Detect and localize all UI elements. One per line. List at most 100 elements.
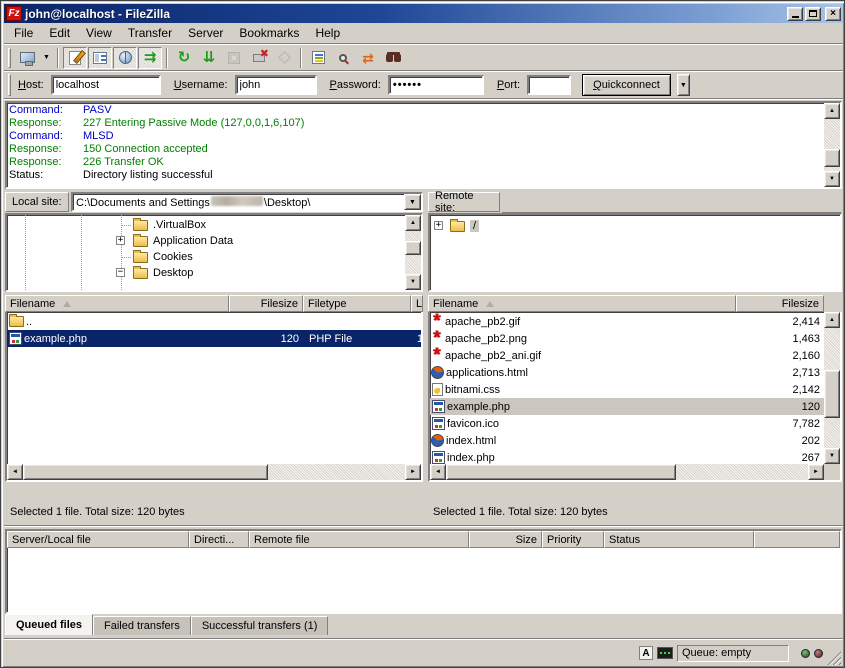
cancel-button: × <box>222 47 246 69</box>
scrollbar-thumb[interactable] <box>824 370 840 418</box>
find-files-button[interactable] <box>381 47 405 69</box>
scroll-right-icon[interactable]: ► <box>808 464 824 480</box>
local-site-label: Local site: <box>5 192 69 212</box>
scroll-up-icon[interactable]: ▲ <box>824 103 840 119</box>
scrollbar-thumb[interactable] <box>824 149 840 167</box>
tree-item-virtualbox[interactable]: .VirtualBox <box>7 217 421 233</box>
minimize-button[interactable] <box>787 7 803 21</box>
tab-successful-transfers[interactable]: Successful transfers (1) <box>191 616 329 635</box>
menu-server[interactable]: Server <box>180 24 231 42</box>
resize-grip[interactable] <box>827 651 841 665</box>
column-header-filename[interactable]: Filename <box>428 295 736 312</box>
site-manager-dropdown-button[interactable]: ▼ <box>40 47 53 69</box>
folder-icon <box>133 236 148 247</box>
toggle-local-tree-button[interactable] <box>88 47 112 69</box>
list-item[interactable]: bitnami.css 2,142 <box>430 381 824 398</box>
list-item-selected[interactable]: example.php 120 <box>430 398 824 415</box>
tab-failed-transfers[interactable]: Failed transfers <box>93 616 191 635</box>
scroll-up-icon[interactable]: ▲ <box>405 215 421 231</box>
list-item-parent-dir[interactable]: .. <box>7 313 421 330</box>
chevron-down-icon[interactable]: ▼ <box>404 194 421 210</box>
local-site-combo[interactable]: C:\Documents and Settings\Desktop\ ▼ <box>71 192 423 212</box>
tree-item-cookies[interactable]: Cookies <box>7 249 421 265</box>
list-item[interactable]: applications.html 2,713 <box>430 364 824 381</box>
scroll-down-icon[interactable]: ▼ <box>824 448 840 464</box>
scroll-right-icon[interactable]: ► <box>405 464 421 480</box>
cancel-icon: × <box>228 52 240 64</box>
quickconnect-dropdown-button[interactable]: ▼ <box>677 74 690 96</box>
menu-help[interactable]: Help <box>307 24 348 42</box>
toolbar-separator <box>57 48 59 68</box>
recv-led-icon <box>801 649 810 658</box>
list-item[interactable]: favicon.ico 7,782 <box>430 415 824 432</box>
column-header-remote-file[interactable]: Remote file <box>249 531 469 548</box>
password-input[interactable] <box>388 75 484 95</box>
filter-button[interactable] <box>306 47 330 69</box>
column-header-filesize[interactable]: Filesize <box>229 295 303 312</box>
scroll-down-icon[interactable]: ▼ <box>824 171 840 187</box>
remote-list-hscrollbar[interactable]: ◄ ► <box>430 464 824 480</box>
tree-item-desktop[interactable]: − Desktop <box>7 265 421 281</box>
file-size: 2,414 <box>730 316 820 328</box>
column-header-server-local-file[interactable]: Server/Local file <box>7 531 189 548</box>
menu-transfer[interactable]: Transfer <box>120 24 180 42</box>
scroll-down-icon[interactable]: ▼ <box>405 274 421 290</box>
list-item[interactable]: * apache_pb2.png 1,463 <box>430 330 824 347</box>
local-tree-scrollbar[interactable]: ▲ ▼ <box>405 215 421 290</box>
host-input[interactable] <box>51 75 161 95</box>
toggle-message-log-button[interactable] <box>63 47 87 69</box>
file-name: index.php <box>445 452 495 464</box>
file-name: favicon.ico <box>445 418 499 430</box>
column-header-priority[interactable]: Priority <box>542 531 604 548</box>
scroll-up-icon[interactable]: ▲ <box>824 312 840 328</box>
list-item[interactable]: * apache_pb2_ani.gif 2,160 <box>430 347 824 364</box>
collapse-minus-icon[interactable]: − <box>116 268 125 277</box>
process-queue-button[interactable]: ⇊ <box>197 47 221 69</box>
list-item[interactable]: * apache_pb2.gif 2,414 <box>430 313 824 330</box>
tree-item-application-data[interactable]: + Application Data <box>7 233 421 249</box>
local-list-hscrollbar[interactable]: ◄ ► <box>7 464 421 480</box>
column-header-filesize[interactable]: Filesize <box>736 295 824 312</box>
expand-plus-icon[interactable]: + <box>434 221 443 230</box>
title-bar[interactable]: Fz john@localhost - FileZilla × <box>4 4 843 23</box>
file-name: apache_pb2_ani.gif <box>443 350 541 362</box>
menu-bookmarks[interactable]: Bookmarks <box>231 24 307 42</box>
column-header-status[interactable]: Status <box>604 531 754 548</box>
scroll-left-icon[interactable]: ◄ <box>430 464 446 480</box>
remote-list-vscrollbar[interactable]: ▲ ▼ <box>824 312 840 464</box>
port-input[interactable] <box>527 75 571 95</box>
quickconnect-button[interactable]: Quickconnect <box>582 74 671 96</box>
queue-status-text: Queue: empty <box>682 647 751 659</box>
username-input[interactable] <box>235 75 317 95</box>
scrollbar-thumb[interactable] <box>446 464 676 480</box>
scrollbar-thumb[interactable] <box>405 241 421 255</box>
close-button[interactable]: × <box>825 7 841 21</box>
toolbar-separator <box>300 48 302 68</box>
refresh-button[interactable]: ↻ <box>172 47 196 69</box>
column-header-filename[interactable]: Filename <box>5 295 229 312</box>
disconnect-button[interactable]: ✖ <box>247 47 271 69</box>
column-header-filetype[interactable]: Filetype <box>303 295 411 312</box>
tree-item-root[interactable]: + / <box>430 218 840 234</box>
toggle-remote-tree-button[interactable] <box>113 47 137 69</box>
column-header-lastmodified[interactable]: L <box>411 295 423 312</box>
site-manager-button[interactable] <box>15 47 39 69</box>
tab-queued-files[interactable]: Queued files <box>5 614 93 635</box>
quickconnect-grip <box>8 74 11 96</box>
menu-file[interactable]: File <box>6 24 41 42</box>
menu-view[interactable]: View <box>78 24 120 42</box>
column-header-direction[interactable]: Directi... <box>189 531 249 548</box>
column-header-size[interactable]: Size <box>469 531 542 548</box>
log-type: Status: <box>7 169 83 182</box>
toggle-transfer-queue-button[interactable]: ⇉ <box>138 47 162 69</box>
list-item[interactable]: index.html 202 <box>430 432 824 449</box>
directory-comparison-button[interactable] <box>331 47 355 69</box>
expand-plus-icon[interactable]: + <box>116 236 125 245</box>
list-item-example-php[interactable]: example.php 120 PHP File 1 <box>7 330 421 347</box>
scrollbar-thumb[interactable] <box>23 464 268 480</box>
log-scrollbar[interactable]: ▲ ▼ <box>824 103 840 187</box>
scroll-left-icon[interactable]: ◄ <box>7 464 23 480</box>
maximize-button[interactable] <box>805 7 821 21</box>
synchronized-browsing-button[interactable]: ⇄ <box>356 47 380 69</box>
menu-edit[interactable]: Edit <box>41 24 78 42</box>
